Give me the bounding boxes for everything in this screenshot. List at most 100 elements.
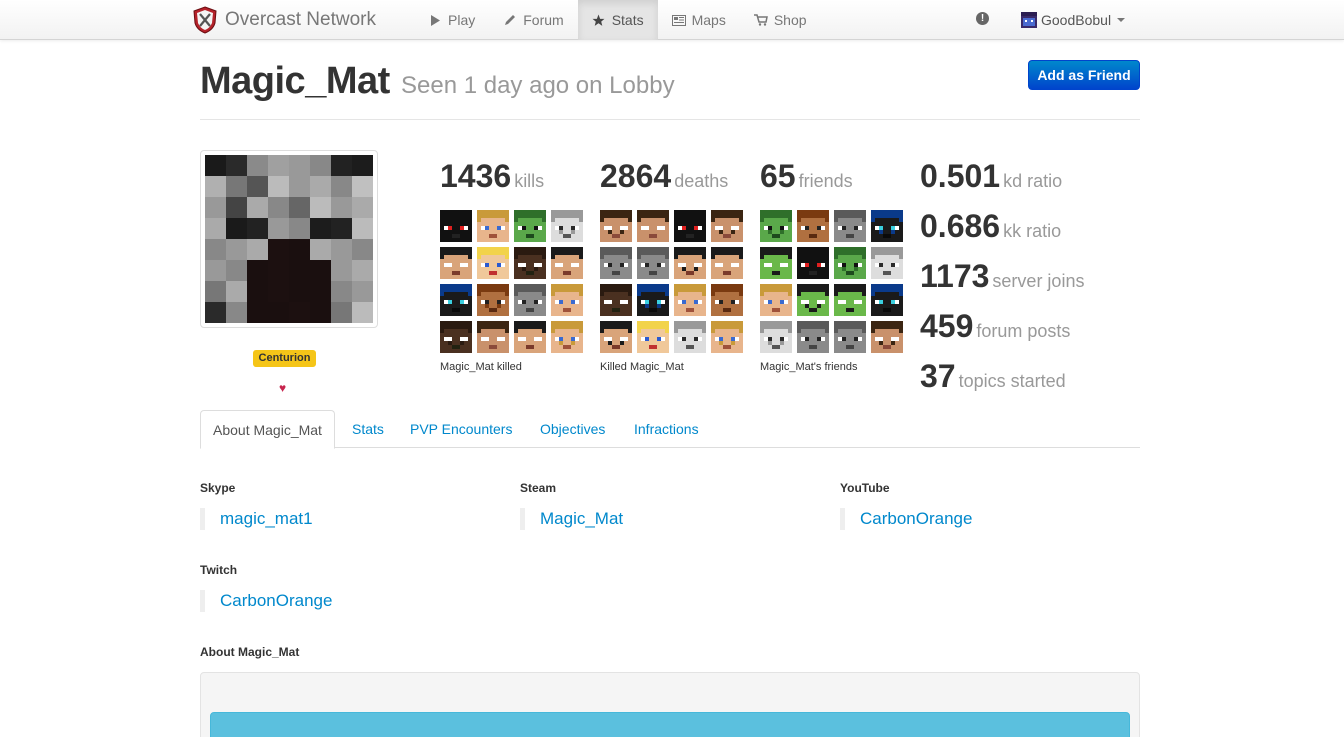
killed-players-grid xyxy=(440,210,583,353)
deaths-count: 2864 xyxy=(600,158,672,194)
player-head[interactable] xyxy=(600,284,632,316)
user-menu[interactable]: GoodBobul xyxy=(1021,0,1126,40)
player-head[interactable] xyxy=(514,210,546,242)
player-head[interactable] xyxy=(797,210,829,242)
player-head[interactable] xyxy=(834,321,866,353)
player-head[interactable] xyxy=(834,247,866,279)
player-head[interactable] xyxy=(760,210,792,242)
player-head[interactable] xyxy=(711,210,743,242)
player-head[interactable] xyxy=(440,247,472,279)
brand-name: Overcast Network xyxy=(225,9,376,30)
tab-pvp-encounters[interactable]: PVP Encounters xyxy=(398,410,524,448)
skype-label: Skype xyxy=(200,481,236,495)
player-head[interactable] xyxy=(477,210,509,242)
player-head[interactable] xyxy=(600,321,632,353)
pencil-icon xyxy=(503,13,517,27)
star-icon xyxy=(592,13,606,27)
nav-maps-label: Maps xyxy=(691,12,726,28)
server-joins-label: server joins xyxy=(992,271,1085,291)
forum-posts-value: 459 xyxy=(920,308,974,344)
player-head[interactable] xyxy=(711,284,743,316)
tab-about[interactable]: About Magic_Mat xyxy=(200,410,335,449)
rank-badge: Centurion xyxy=(253,350,316,367)
kd-ratio-value: 0.501 xyxy=(920,158,1001,194)
player-head[interactable] xyxy=(834,210,866,242)
steam-link[interactable]: Magic_Mat xyxy=(520,508,623,530)
player-head[interactable] xyxy=(637,284,669,316)
add-friend-button[interactable]: Add as Friend xyxy=(1028,60,1140,90)
forum-posts: 459 forum posts xyxy=(920,308,1084,358)
nav-shop[interactable]: Shop xyxy=(740,0,821,40)
player-head[interactable] xyxy=(477,321,509,353)
topics-started-value: 37 xyxy=(920,358,956,394)
map-icon xyxy=(671,13,686,27)
play-icon xyxy=(428,13,442,27)
nav-forum[interactable]: Forum xyxy=(489,0,577,40)
youtube-link[interactable]: CarbonOrange xyxy=(840,508,972,530)
player-head[interactable] xyxy=(797,247,829,279)
friends-caption: Magic_Mat's friends xyxy=(760,361,858,373)
player-head[interactable] xyxy=(760,247,792,279)
nav-play-label: Play xyxy=(448,12,476,28)
steam-field: Steam Magic_Mat xyxy=(520,481,623,530)
player-head[interactable] xyxy=(871,321,903,353)
player-head[interactable] xyxy=(674,321,706,353)
player-head[interactable] xyxy=(674,247,706,279)
nav-stats[interactable]: Stats xyxy=(577,0,658,40)
player-head[interactable] xyxy=(477,284,509,316)
player-head[interactable] xyxy=(551,284,583,316)
server-joins: 1173 server joins xyxy=(920,258,1084,308)
player-head[interactable] xyxy=(797,321,829,353)
tab-objectives[interactable]: Objectives xyxy=(528,410,617,448)
nav-play[interactable]: Play xyxy=(414,0,489,40)
profile-tabs: About Magic_Mat Stats PVP Encounters Obj… xyxy=(200,410,1140,449)
page-title: Magic_Mat xyxy=(200,60,390,102)
user-avatar xyxy=(1021,12,1037,28)
kd-ratio-label: kd ratio xyxy=(1003,171,1063,191)
player-head[interactable] xyxy=(637,321,669,353)
nav-maps[interactable]: Maps xyxy=(658,0,740,40)
about-info-bar xyxy=(210,712,1130,737)
kills-stat: 1436 kills Magic_Mat killed xyxy=(440,158,583,373)
player-head[interactable] xyxy=(674,210,706,242)
player-head[interactable] xyxy=(637,210,669,242)
player-head[interactable] xyxy=(871,210,903,242)
player-head[interactable] xyxy=(551,247,583,279)
caret-down-icon xyxy=(1117,18,1126,22)
ratio-stats: 0.501 kd ratio 0.686 kk ratio 1173 server j… xyxy=(920,158,1084,408)
player-head[interactable] xyxy=(637,247,669,279)
player-head[interactable] xyxy=(711,247,743,279)
twitch-field: Twitch CarbonOrange xyxy=(200,563,332,612)
player-head[interactable] xyxy=(834,284,866,316)
player-head[interactable] xyxy=(514,247,546,279)
about-label: About Magic_Mat xyxy=(200,645,300,659)
player-head[interactable] xyxy=(440,284,472,316)
player-head[interactable] xyxy=(600,247,632,279)
player-head[interactable] xyxy=(871,247,903,279)
alert-icon[interactable]: ! xyxy=(976,12,989,25)
kills-caption: Magic_Mat killed xyxy=(440,361,522,373)
player-head[interactable] xyxy=(477,247,509,279)
player-head[interactable] xyxy=(514,321,546,353)
player-head[interactable] xyxy=(871,284,903,316)
player-head[interactable] xyxy=(551,210,583,242)
player-head[interactable] xyxy=(797,284,829,316)
player-head[interactable] xyxy=(711,321,743,353)
friends-grid xyxy=(760,210,903,353)
player-head[interactable] xyxy=(760,321,792,353)
player-head[interactable] xyxy=(514,284,546,316)
nav-shop-label: Shop xyxy=(773,12,807,28)
player-head[interactable] xyxy=(440,321,472,353)
tab-infractions[interactable]: Infractions xyxy=(622,410,711,448)
player-head[interactable] xyxy=(440,210,472,242)
twitch-link[interactable]: CarbonOrange xyxy=(200,590,332,612)
brand-link[interactable]: Overcast Network xyxy=(192,6,376,34)
player-head[interactable] xyxy=(600,210,632,242)
player-head[interactable] xyxy=(674,284,706,316)
player-head[interactable] xyxy=(760,284,792,316)
player-head[interactable] xyxy=(551,321,583,353)
heart-icon: ♥ xyxy=(279,381,287,395)
skype-link[interactable]: magic_mat1 xyxy=(200,508,313,530)
kd-ratio: 0.501 kd ratio xyxy=(920,158,1084,208)
tab-stats[interactable]: Stats xyxy=(340,410,396,448)
